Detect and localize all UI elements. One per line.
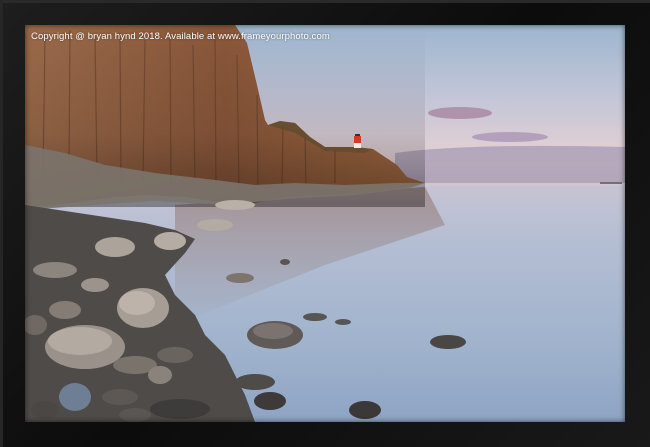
frame-edge-left bbox=[0, 0, 3, 447]
copyright-watermark: Copyright @ bryan hynd 2018. Available a… bbox=[31, 31, 330, 42]
lighthouse bbox=[354, 134, 361, 148]
cloud bbox=[472, 132, 548, 142]
frame-edge-top bbox=[0, 0, 650, 3]
distant-land bbox=[600, 182, 622, 184]
picture-frame: Copyright @ bryan hynd 2018. Available a… bbox=[0, 0, 650, 447]
cloud-bank bbox=[395, 145, 625, 185]
framed-photo: Copyright @ bryan hynd 2018. Available a… bbox=[25, 25, 625, 422]
cloud bbox=[428, 107, 492, 119]
coastal-scene bbox=[25, 25, 625, 422]
